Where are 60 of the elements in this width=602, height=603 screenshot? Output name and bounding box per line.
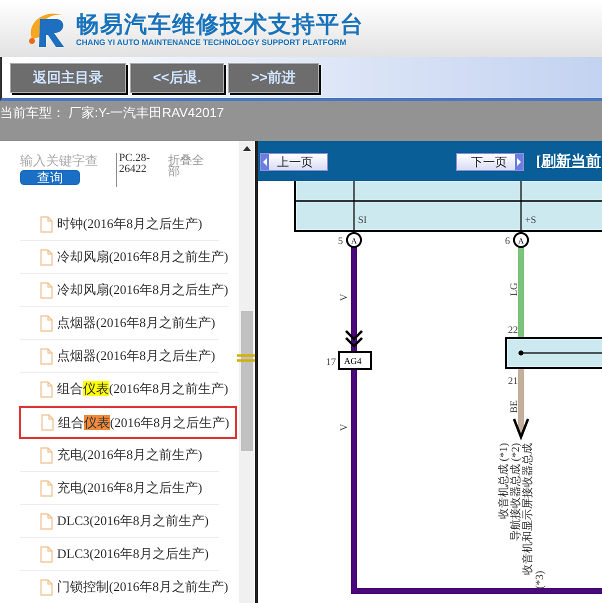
tree-item[interactable]: 组合仪表(2016年8月之前生产)	[20, 373, 228, 406]
scroll-thumb[interactable]	[241, 311, 253, 451]
nav-button[interactable]: >>前进	[228, 62, 319, 92]
pin-number: 17	[326, 357, 336, 368]
pin-number: 22	[508, 325, 518, 336]
refresh-link[interactable]: [刷新当前	[536, 153, 601, 171]
file-icon	[41, 414, 54, 431]
file-icon	[40, 480, 53, 496]
tree-item[interactable]: 冷却风扇(2016年8月之前生产)	[20, 241, 228, 274]
file-icon	[40, 512, 53, 530]
pin-number: 6	[505, 236, 510, 247]
nav-button[interactable]: <<后退.	[130, 62, 224, 92]
component-label: (*3)	[534, 570, 546, 589]
platform-subtitle: CHANG YI AUTO MAINTENANCE TECHNOLOGY SUPPORT PLATFORM	[76, 38, 348, 48]
wire-color-label: V	[339, 424, 350, 431]
connector-icon: A	[513, 232, 529, 248]
tree-item[interactable]: 门锁控制(2016年8月之前生产)	[20, 571, 228, 603]
connector-icon: A	[346, 232, 362, 248]
file-icon	[40, 578, 53, 596]
file-icon	[40, 248, 53, 266]
pin-label: +S	[525, 215, 536, 226]
file-icon	[40, 314, 53, 332]
tree-item[interactable]: 点烟器(2016年8月之后生产)	[20, 340, 219, 373]
tree-item[interactable]: 充电(2016年8月之后生产)	[20, 472, 219, 505]
tree-item[interactable]: 时钟(2016年8月之后生产)	[20, 208, 219, 241]
component-label: 收音机总成 (*1)	[498, 443, 510, 520]
tree-item[interactable]: 点烟器(2016年8月之前生产)	[20, 307, 219, 340]
tree-item[interactable]: 冷却风扇(2016年8月之后生产)	[20, 274, 228, 307]
pin-label: SI	[358, 215, 367, 226]
drag-handle-icon[interactable]	[237, 354, 255, 362]
tree-item[interactable]: 充电(2016年8月之前生产)	[20, 439, 219, 472]
search-button[interactable]: 查询	[20, 170, 80, 185]
file-icon	[40, 348, 53, 364]
pin-number: 21	[508, 376, 518, 387]
lower-wire	[518, 368, 524, 433]
scroll-up-arrow-icon[interactable]	[243, 146, 251, 151]
wire-color-label: LG	[509, 282, 520, 296]
file-icon	[40, 546, 53, 562]
double-chevron-icon	[344, 330, 364, 348]
file-icon	[40, 216, 53, 232]
nav-button[interactable]: 返回主目录	[10, 62, 126, 92]
file-icon	[40, 282, 53, 298]
file-icon	[40, 446, 53, 464]
next-page-button[interactable]: 下一页	[456, 153, 524, 171]
platform-title: 畅易汽车维修技术支持平台	[76, 10, 364, 38]
tree-item[interactable]: DLC3(2016年8月之前生产)	[20, 505, 219, 538]
component-label: 收音机和显示屏接收器总成	[522, 443, 534, 575]
pin-number: 5	[338, 236, 343, 247]
wire-color-label: BE	[509, 400, 520, 413]
file-icon	[40, 380, 53, 398]
current-model: 当前车型： 厂家:Y-一汽丰田RAV42017	[0, 105, 224, 120]
component-label: 导航接收器总成 (*2)	[510, 443, 522, 542]
chevron-icon	[512, 418, 530, 440]
tree-item[interactable]: 组合仪表(2016年8月之后生产)	[19, 406, 237, 439]
scrollbar[interactable]	[239, 141, 255, 603]
part-code: PC.28-26422	[116, 153, 164, 187]
wire-color-label: V	[339, 294, 350, 301]
junction-box: AG4	[338, 351, 372, 370]
tree-item[interactable]: DLC3(2016年8月之后生产)	[20, 538, 219, 571]
previous-page-button[interactable]: 上一页	[260, 153, 328, 171]
